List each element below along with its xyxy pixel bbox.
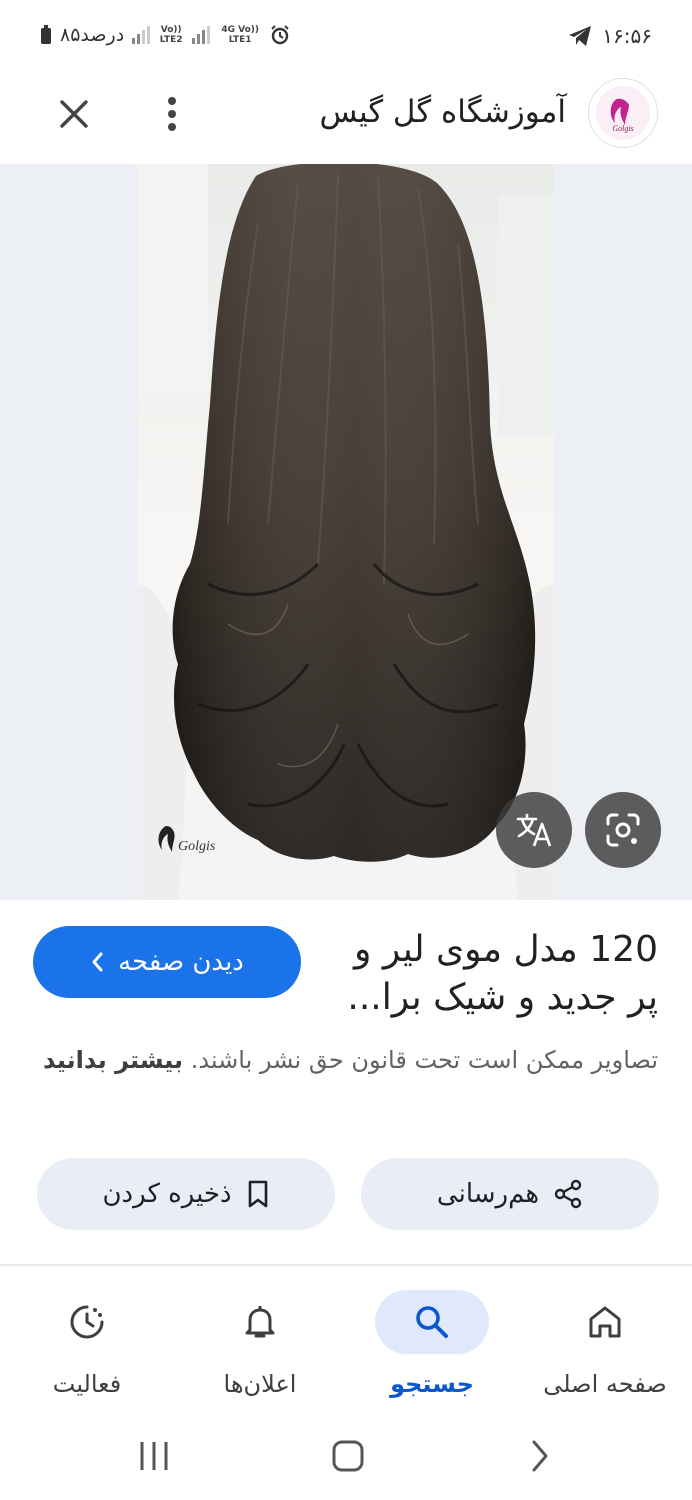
- activity-clock-icon: [70, 1305, 104, 1339]
- viewer-header: آموزشگاه گل گیس Golgis: [0, 76, 692, 164]
- sim2-label: Vo)) LTE2: [159, 25, 183, 45]
- clock: ۱۶:۵۶: [602, 24, 652, 48]
- nav-home-icon-wrap: [548, 1290, 662, 1354]
- nav-search-icon-wrap: [375, 1290, 489, 1354]
- nav-search-label: جستجو: [390, 1370, 474, 1398]
- signal-icon-2: [192, 26, 211, 44]
- home-icon: [589, 1306, 621, 1338]
- nav-search[interactable]: جستجو: [347, 1290, 517, 1410]
- logo-text: Golgis: [612, 124, 633, 133]
- recent-apps-button[interactable]: [124, 1434, 184, 1478]
- site-title[interactable]: آموزشگاه گل گیس: [319, 94, 566, 130]
- hair-image: Golgis: [138, 164, 554, 900]
- search-icon: [416, 1306, 448, 1338]
- nav-activity-label: فعالیت: [52, 1370, 122, 1398]
- visit-page-label: دیدن صفحه: [118, 947, 244, 977]
- sim1-label: 4G Vo)) LTE1: [221, 25, 259, 45]
- bell-icon: [245, 1306, 275, 1338]
- recent-apps-icon: [140, 1442, 168, 1470]
- share-label: هم‌رسانی: [436, 1179, 540, 1209]
- nav-home[interactable]: صفحه اصلی: [520, 1290, 690, 1410]
- learn-more-link[interactable]: بیشتر بدانید: [43, 1046, 183, 1074]
- camera-lens-icon: [606, 813, 640, 847]
- divider: [0, 1264, 692, 1266]
- nav-notifications[interactable]: اعلان‌ها: [175, 1290, 345, 1410]
- status-bar: ۸۵درصد Vo)) LTE2 4G Vo)) LTE1 ۱۶:۵۶: [0, 0, 692, 76]
- alarm-icon: [271, 25, 289, 45]
- more-options-button[interactable]: [150, 90, 194, 138]
- back-button[interactable]: [510, 1434, 570, 1478]
- nav-activity-icon-wrap: [30, 1290, 144, 1354]
- save-label: ذخیره کردن: [102, 1179, 232, 1209]
- chevron-right-icon: [532, 1440, 548, 1472]
- copyright-text: تصاویر ممکن است تحت قانون حق نشر باشند.: [190, 1046, 658, 1074]
- translate-icon: [516, 813, 552, 847]
- close-button[interactable]: [50, 90, 98, 138]
- image-preview-area: Golgis: [0, 164, 692, 900]
- battery-icon: [41, 25, 51, 44]
- status-right: ۱۶:۵۶: [568, 24, 652, 48]
- copyright-notice: تصاویر ممکن است تحت قانون حق نشر باشند. …: [34, 1040, 658, 1080]
- home-square-icon: [332, 1440, 364, 1472]
- hair-photo[interactable]: Golgis: [138, 164, 554, 900]
- home-system-button[interactable]: [318, 1434, 378, 1478]
- battery-text: ۸۵درصد: [60, 24, 125, 46]
- share-button[interactable]: هم‌رسانی: [361, 1158, 659, 1230]
- share-icon: [554, 1179, 582, 1209]
- save-button[interactable]: ذخیره کردن: [37, 1158, 335, 1230]
- bookmark-icon: [248, 1180, 267, 1208]
- result-title[interactable]: 120 مدل موی لیر و پر جدید و شیک برا...: [338, 926, 658, 1022]
- system-navigation-bar: [0, 1416, 692, 1500]
- visit-page-button[interactable]: دیدن صفحه: [33, 926, 301, 998]
- image-watermark: Golgis: [178, 839, 216, 854]
- nav-activity[interactable]: فعالیت: [2, 1290, 172, 1410]
- bottom-navigation: صفحه اصلی جستجو اعلان‌ها فعالیت: [0, 1286, 692, 1416]
- chevron-left-icon: [92, 952, 103, 972]
- more-vert-icon: [168, 97, 176, 131]
- signal-icon: [132, 26, 151, 44]
- site-logo-image: Golgis: [596, 86, 650, 140]
- translate-button[interactable]: [496, 792, 572, 868]
- lens-search-button[interactable]: [585, 792, 661, 868]
- telegram-icon: [569, 26, 592, 46]
- status-left: ۸۵درصد Vo)) LTE2 4G Vo)) LTE1: [40, 24, 290, 46]
- nav-notifications-icon-wrap: [203, 1290, 317, 1354]
- nav-notifications-label: اعلان‌ها: [223, 1370, 297, 1398]
- nav-home-label: صفحه اصلی: [543, 1370, 667, 1398]
- site-logo[interactable]: Golgis: [588, 78, 658, 148]
- close-icon: [60, 100, 88, 128]
